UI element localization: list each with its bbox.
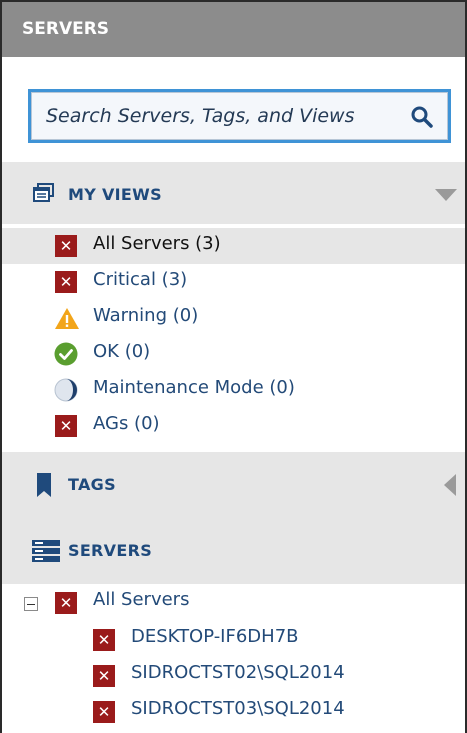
my-views-title: MY VIEWS: [68, 185, 162, 204]
view-item-label: Maintenance Mode (0): [93, 377, 295, 398]
tree-node-all-servers[interactable]: ✕ All Servers: [2, 585, 465, 621]
tree-node-label: SIDROCTST03\SQL2014: [131, 698, 345, 719]
view-item-warning[interactable]: Warning (0): [2, 300, 465, 336]
view-item-critical[interactable]: ✕ Critical (3): [2, 264, 465, 300]
view-item-label: Critical (3): [93, 269, 188, 290]
bookmark-icon: [37, 473, 51, 497]
view-item-label: AGs (0): [93, 413, 160, 434]
search-box: [28, 89, 451, 143]
tree-node-server[interactable]: ✕ DESKTOP-IF6DH7B: [2, 622, 465, 658]
view-item-all-servers[interactable]: ✕ All Servers (3): [2, 228, 465, 264]
critical-x-icon: ✕: [55, 592, 77, 614]
view-item-label: All Servers (3): [93, 233, 221, 254]
warning-triangle-icon: [55, 308, 79, 329]
triangle-down-icon[interactable]: [435, 189, 457, 201]
tree-collapse-toggle[interactable]: [24, 597, 38, 611]
servers-title: SERVERS: [68, 541, 153, 560]
search-icon[interactable]: [410, 105, 434, 129]
tree-node-server[interactable]: ✕ SIDROCTST02\SQL2014: [2, 658, 465, 694]
critical-x-icon: ✕: [55, 235, 77, 257]
tree-node-server[interactable]: ✕ SIDROCTST03\SQL2014: [2, 694, 465, 730]
view-item-ok[interactable]: OK (0): [2, 336, 465, 372]
critical-x-icon: ✕: [93, 665, 115, 687]
my-views-section-header[interactable]: MY VIEWS: [2, 162, 465, 224]
servers-panel: SERVERS MY VIEWS ✕ All Servers (3) ✕ Cri…: [0, 0, 467, 733]
tree-node-label: SIDROCTST02\SQL2014: [131, 662, 345, 683]
view-item-label: Warning (0): [93, 305, 199, 326]
tree-node-label: DESKTOP-IF6DH7B: [131, 626, 299, 647]
maintenance-moon-icon: [54, 378, 78, 402]
views-window-icon: [33, 183, 54, 202]
critical-x-icon: ✕: [55, 415, 77, 437]
ok-check-icon: [54, 342, 78, 366]
critical-x-icon: ✕: [55, 271, 77, 293]
critical-x-icon: ✕: [93, 629, 115, 651]
servers-section-header[interactable]: SERVERS: [2, 518, 465, 584]
tags-servers-section: TAGS SERVERS: [2, 452, 465, 584]
panel-header-title: SERVERS: [22, 19, 110, 39]
view-item-maintenance[interactable]: Maintenance Mode (0): [2, 372, 465, 408]
view-item-ags[interactable]: ✕ AGs (0): [2, 408, 465, 444]
tags-section-header[interactable]: TAGS: [2, 452, 465, 518]
tags-title: TAGS: [68, 475, 116, 494]
critical-x-icon: ✕: [93, 701, 115, 723]
panel-header: SERVERS: [2, 2, 465, 57]
view-item-label: OK (0): [93, 341, 151, 362]
triangle-left-icon[interactable]: [444, 474, 456, 496]
search-input[interactable]: [31, 92, 448, 140]
server-stack-icon: [32, 540, 60, 562]
tree-node-label: All Servers: [93, 589, 190, 610]
